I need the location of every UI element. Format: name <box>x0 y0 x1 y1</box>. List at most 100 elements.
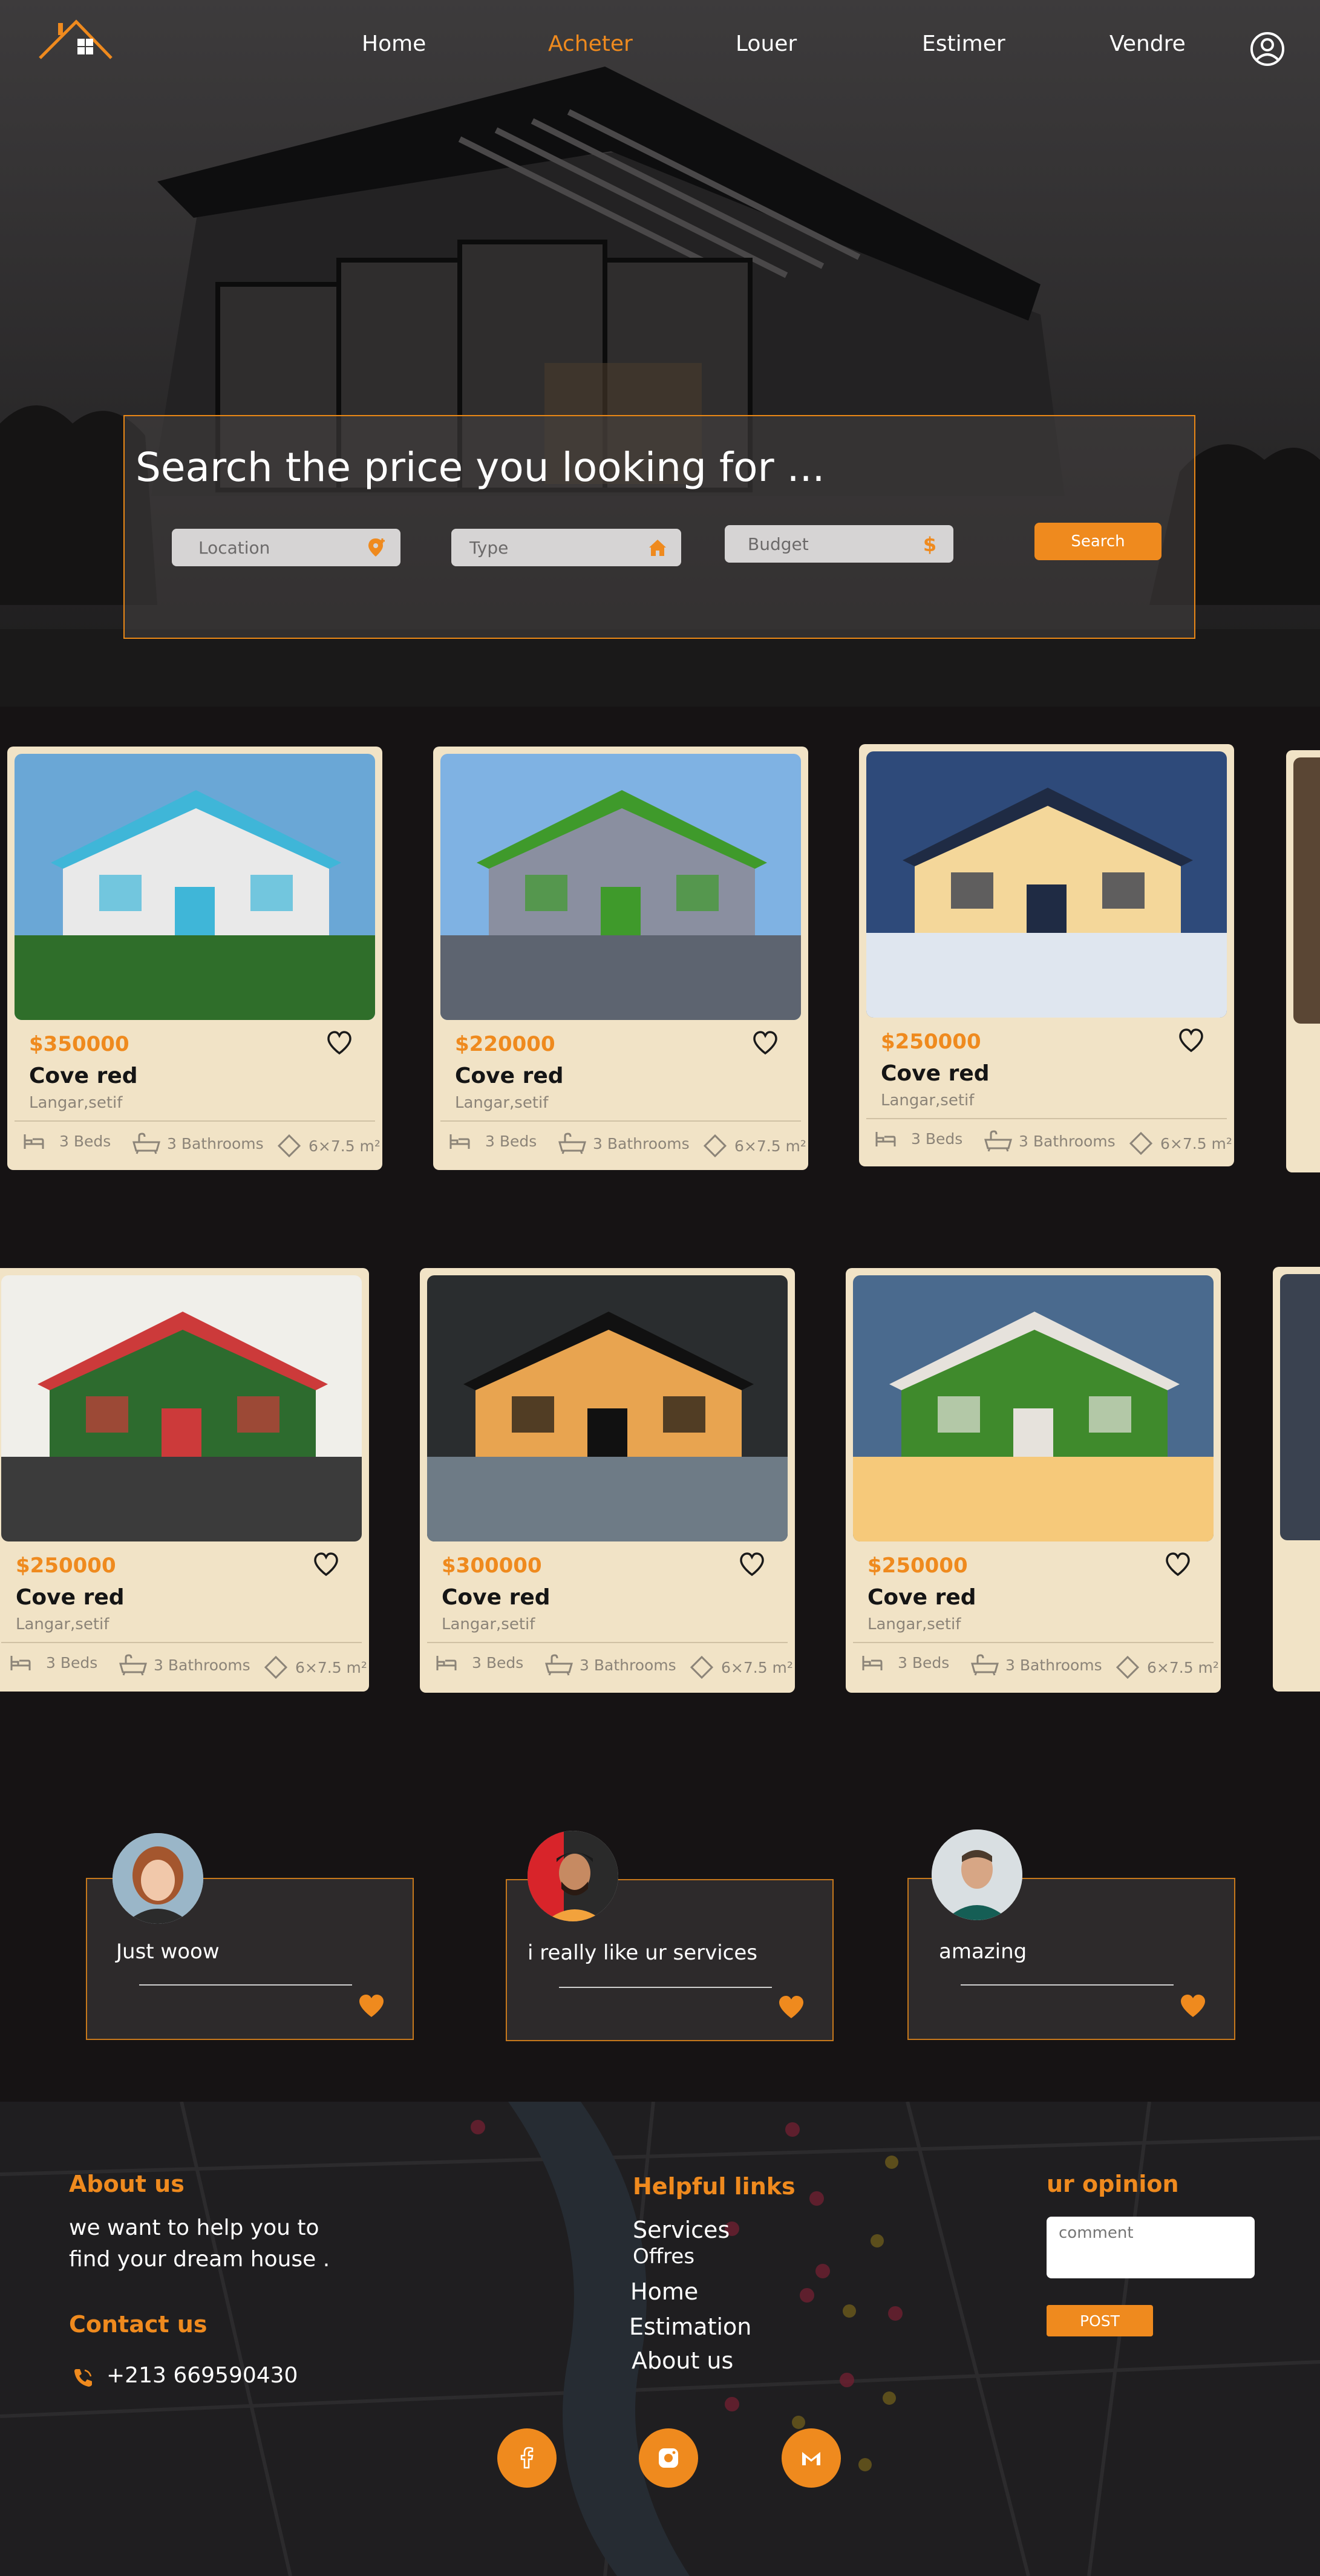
listing-location: Langar,setif <box>881 1091 975 1110</box>
baths-label: 3 Bathrooms <box>580 1656 676 1674</box>
bed-icon <box>24 1134 44 1149</box>
baths-info: 3 Bathrooms <box>970 1654 1102 1676</box>
listing-location: Langar,setif <box>29 1094 123 1112</box>
divider <box>961 1984 1174 1986</box>
listing-card[interactable]: $250000 Cove red Langar,setif 3 Beds 3 Bathr… <box>846 1268 1221 1693</box>
listing-name: Cove red <box>881 1061 990 1086</box>
heart-icon[interactable] <box>778 1995 805 2019</box>
heart-icon[interactable] <box>753 1031 778 1055</box>
listing-price: $300000 <box>442 1554 542 1578</box>
testimonial-text: Just woow <box>116 1940 220 1964</box>
beds-info: 3 Beds <box>861 1654 949 1672</box>
footer-link-about[interactable]: About us <box>632 2347 733 2374</box>
divider <box>1 1642 362 1643</box>
beds-label: 3 Beds <box>898 1654 950 1672</box>
nav-louer[interactable]: Louer <box>736 31 797 56</box>
bathtub-icon <box>132 1133 160 1154</box>
listing-price: $250000 <box>867 1554 968 1578</box>
about-title: About us <box>69 2171 185 2197</box>
links-title: Helpful links <box>633 2173 796 2200</box>
bathtub-icon <box>119 1654 147 1676</box>
contact-title: Contact us <box>69 2311 207 2338</box>
heart-icon[interactable] <box>358 1994 385 2018</box>
bathtub-icon <box>558 1133 586 1154</box>
listing-card-partial[interactable] <box>1273 1267 1320 1692</box>
beds-info: 3 Beds <box>449 1133 537 1150</box>
listing-photo <box>1 1275 362 1541</box>
heart-icon[interactable] <box>739 1552 765 1577</box>
home-icon <box>649 540 666 556</box>
area-label: 6×7.5 m² <box>721 1658 793 1676</box>
baths-label: 3 Bathrooms <box>1005 1656 1102 1674</box>
listing-name: Cove red <box>867 1585 976 1610</box>
baths-info: 3 Bathrooms <box>984 1130 1116 1152</box>
phone-number[interactable]: +213 669590430 <box>106 2363 298 2388</box>
baths-label: 3 Bathrooms <box>167 1134 264 1152</box>
bathtub-icon <box>984 1130 1012 1152</box>
listing-card[interactable]: $350000 Cove red Langar,setif 3 Beds 3 Bathr… <box>7 747 382 1170</box>
baths-info: 3 Bathrooms <box>558 1133 690 1154</box>
bed-icon <box>862 1655 883 1670</box>
beds-info: 3 Beds <box>23 1133 111 1150</box>
divider <box>427 1642 788 1643</box>
nav-home[interactable]: Home <box>362 31 426 56</box>
location-placeholder: Location <box>198 537 270 558</box>
area-label: 6×7.5 m² <box>295 1658 367 1676</box>
nav-vendre[interactable]: Vendre <box>1109 31 1186 56</box>
type-placeholder: Type <box>469 537 509 558</box>
heart-icon[interactable] <box>313 1552 339 1577</box>
instagram-button[interactable] <box>639 2428 698 2488</box>
listing-photo <box>1293 757 1320 1024</box>
beds-label: 3 Beds <box>485 1133 537 1150</box>
testimonial-text: amazing <box>939 1940 1027 1964</box>
bed-icon <box>436 1655 457 1670</box>
gmail-icon <box>802 2452 820 2465</box>
area-info: 6×7.5 m² <box>688 1654 793 1681</box>
type-field[interactable]: Type <box>451 529 681 566</box>
listing-card[interactable]: $250000 Cove red Langar,setif 3 Beds 3 Bathr… <box>859 744 1234 1166</box>
area-label: 6×7.5 m² <box>734 1137 806 1155</box>
divider <box>853 1642 1214 1643</box>
baths-info: 3 Bathrooms <box>119 1654 250 1676</box>
listing-photo <box>866 751 1227 1018</box>
about-text: find your dream house . <box>69 2247 330 2272</box>
listing-card[interactable]: $300000 Cove red Langar,setif 3 Beds 3 Bathr… <box>420 1268 795 1693</box>
baths-label: 3 Bathrooms <box>593 1134 690 1152</box>
gmail-button[interactable] <box>782 2428 841 2488</box>
beds-info: 3 Beds <box>875 1130 962 1148</box>
beds-label: 3 Beds <box>46 1654 98 1672</box>
beds-label: 3 Beds <box>911 1130 963 1148</box>
heart-icon[interactable] <box>1178 1028 1204 1053</box>
listing-location: Langar,setif <box>16 1615 109 1633</box>
listing-photo <box>853 1275 1214 1541</box>
bed-icon <box>10 1655 31 1670</box>
divider <box>559 1987 772 1988</box>
heart-icon[interactable] <box>327 1031 352 1055</box>
divider <box>15 1120 375 1122</box>
search-button[interactable]: Search <box>1034 523 1162 560</box>
heart-icon[interactable] <box>1165 1552 1191 1577</box>
divider <box>139 1984 352 1986</box>
listing-price: $250000 <box>16 1554 116 1578</box>
listing-card[interactable]: $220000 Cove red Langar,setif 3 Beds 3 Bathr… <box>433 747 808 1170</box>
nav-estimer[interactable]: Estimer <box>922 31 1005 56</box>
nav-acheter[interactable]: Acheter <box>548 31 633 56</box>
post-button[interactable]: POST <box>1047 2305 1153 2336</box>
beds-info: 3 Beds <box>436 1654 523 1672</box>
footer-link-estimation[interactable]: Estimation <box>629 2313 751 2340</box>
heart-icon[interactable] <box>1180 1994 1206 2018</box>
house-logo-icon[interactable] <box>38 16 115 64</box>
listing-photo <box>427 1275 788 1541</box>
footer-link-home[interactable]: Home <box>630 2278 698 2305</box>
location-field[interactable]: Location <box>172 529 400 566</box>
phone-icon <box>74 2369 92 2387</box>
avatar <box>113 1833 203 1924</box>
budget-field[interactable]: Budget $ <box>725 525 953 563</box>
footer-link-offres[interactable]: Offres <box>633 2244 694 2269</box>
comment-input[interactable] <box>1047 2217 1255 2278</box>
listing-card[interactable]: $250000 Cove red Langar,setif 3 Beds 3 Bathr… <box>0 1268 369 1692</box>
footer-link-services[interactable]: Services <box>633 2217 730 2243</box>
listing-card-partial[interactable] <box>1286 750 1320 1172</box>
facebook-button[interactable] <box>497 2428 557 2488</box>
user-circle-icon[interactable] <box>1250 31 1285 67</box>
